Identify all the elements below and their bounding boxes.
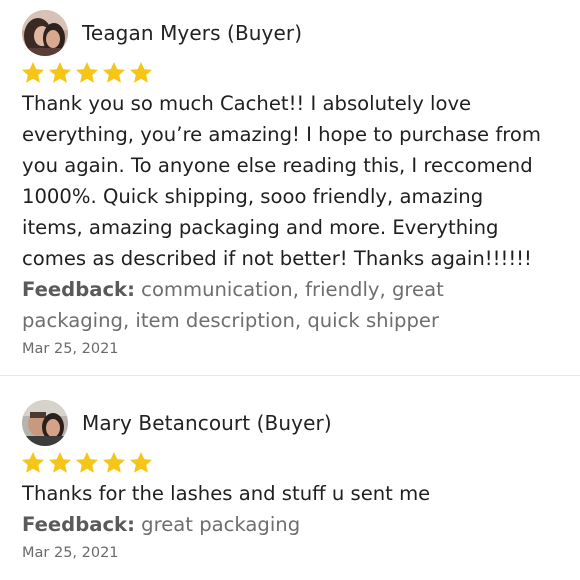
review-text-line: items, amazing packaging and more. Every…: [22, 216, 499, 239]
review-card: Teagan Myers (Buyer) Thank you so much C…: [20, 10, 570, 357]
review-date: Mar 25, 2021: [22, 545, 119, 561]
feedback-values: great packaging: [134, 513, 301, 536]
avatar[interactable]: [22, 400, 68, 446]
feedback-label: Feedback:: [22, 278, 135, 301]
review-text-line: Thank you so much Cachet!! I absolutely …: [22, 92, 472, 115]
divider: [0, 375, 580, 376]
star-icon: [129, 61, 153, 83]
star-icon: [48, 451, 72, 473]
feedback-line: Feedback: great packaging: [22, 509, 570, 540]
star-icon: [75, 451, 99, 473]
star-icon: [21, 451, 45, 473]
feedback-line: packaging, item description, quick shipp…: [22, 309, 440, 332]
feedback-label: Feedback:: [22, 513, 135, 536]
feedback-tags: Feedback: communication, friendly, great…: [22, 274, 570, 336]
reviewer-name[interactable]: Teagan Myers (Buyer): [82, 21, 302, 45]
star-icon: [21, 61, 45, 83]
reviewer-name[interactable]: Mary Betancourt (Buyer): [82, 411, 332, 435]
star-icon: [102, 61, 126, 83]
feedback-values: communication, friendly, great: [134, 278, 444, 301]
review-text-line: Thanks for the lashes and stuff u sent m…: [22, 482, 431, 505]
review-text-line: everything, you’re amazing! I hope to pu…: [22, 123, 541, 146]
star-icon: [75, 61, 99, 83]
reviewer-header: Mary Betancourt (Buyer): [22, 400, 570, 446]
reviewer-header: Teagan Myers (Buyer): [22, 10, 570, 56]
avatar[interactable]: [22, 10, 68, 56]
star-rating: [20, 450, 570, 476]
review-text-line: comes as described if not better! Thanks…: [22, 247, 532, 270]
feedback-line: Feedback: communication, friendly, great: [22, 274, 570, 305]
review-card: Mary Betancourt (Buyer) Thanks for the l…: [20, 400, 570, 561]
review-date: Mar 25, 2021: [22, 341, 119, 357]
feedback-tags: Feedback: great packaging: [22, 509, 570, 540]
star-rating: [20, 60, 570, 86]
review-text: Thank you so much Cachet!! I absolutely …: [22, 88, 570, 274]
review-text-line: 1000%. Quick shipping, sooo friendly, am…: [22, 185, 484, 208]
review-text: Thanks for the lashes and stuff u sent m…: [22, 478, 570, 509]
star-icon: [129, 451, 153, 473]
star-icon: [102, 451, 126, 473]
star-icon: [48, 61, 72, 83]
review-text-line: you again. To anyone else reading this, …: [22, 154, 533, 177]
